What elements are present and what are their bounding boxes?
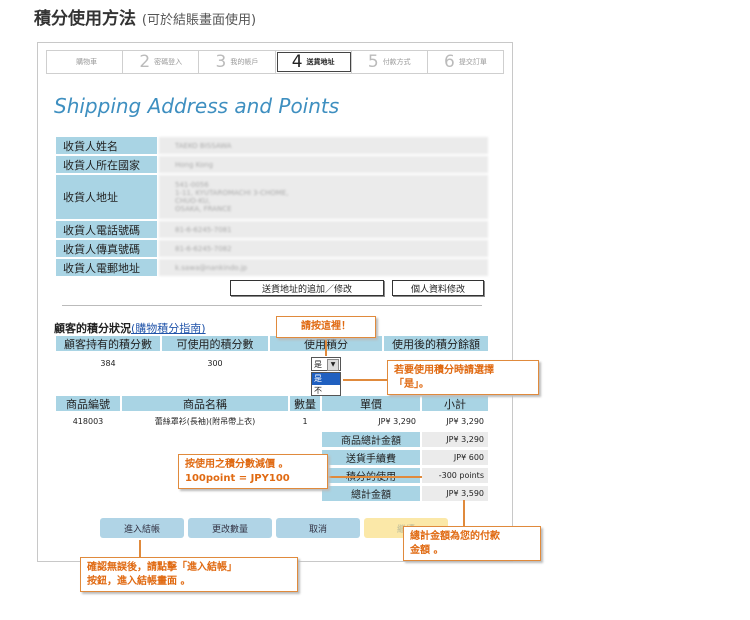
address-value: Hong Kong	[159, 156, 488, 173]
items-header-code: 商品編號	[56, 396, 120, 411]
items-header-qty: 數量	[290, 396, 320, 411]
address-label: 收貨人電話號碼	[56, 221, 157, 238]
use-points-select[interactable]: 是 ▼	[311, 357, 341, 371]
page-title: 積分使用方法 (可於結賬畫面使用)	[34, 4, 256, 29]
address-label: 收貨人傳真號碼	[56, 240, 157, 257]
address-row-fax: 收貨人傳真號碼 81-6-6245-7082	[56, 240, 488, 257]
points-held-value: 384	[100, 358, 116, 368]
cancel-button[interactable]: 取消	[276, 518, 360, 538]
summary-label-total: 總計金額	[322, 486, 420, 501]
item-price: JP¥ 3,290	[378, 416, 416, 426]
step-cart: 購物車	[47, 51, 124, 73]
summary-value-shipping: JP¥ 600	[422, 450, 488, 465]
checkout-steps: 購物車 2 密碼登入 3 我的帳戶 4 送貨地址 5 付款方式 6 提交訂單	[46, 50, 504, 74]
summary-value-total: JP¥ 3,590	[422, 486, 488, 501]
item-name: 蕾絲罩衫(長袖)(附吊帶上衣)	[154, 416, 256, 426]
summary-label-shipping: 送貨手續費	[322, 450, 420, 465]
address-value: 81-6-6245-7081	[159, 221, 488, 238]
address-row-phone: 收貨人電話號碼 81-6-6245-7081	[56, 221, 488, 238]
callout-line-confirm	[139, 540, 141, 558]
edit-profile-button[interactable]: 個人資料修改	[392, 280, 484, 296]
item-qty: 1	[302, 416, 308, 426]
items-header-subtotal: 小計	[422, 396, 488, 411]
use-points-dropdown: 是 不	[311, 372, 341, 396]
page-title-text: 積分使用方法	[34, 9, 136, 29]
option-yes[interactable]: 是	[312, 373, 340, 385]
summary-value-points: -300 points	[422, 468, 488, 483]
callout-line-yes	[343, 379, 387, 381]
callout-discount: 按使用之積分數減價 。 100point = JPY100	[178, 454, 328, 489]
callout-line-click	[325, 336, 327, 356]
divider	[62, 305, 482, 306]
address-label: 收貨人姓名	[56, 137, 157, 154]
points-header-balance: 使用後的積分餘額	[384, 336, 488, 351]
update-quantity-button[interactable]: 更改數量	[188, 518, 272, 538]
callout-total: 總計金額為您的付款 金額 。	[403, 526, 541, 561]
items-header-price: 單價	[322, 396, 420, 411]
items-header-name: 商品名稱	[122, 396, 288, 411]
address-value: k.sawa@nankindo.jp	[159, 259, 488, 276]
shipping-heading: Shipping Address and Points	[54, 94, 340, 118]
points-heading: 顧客的積分狀況(購物積分指南)	[54, 322, 206, 335]
points-header-held: 顧客持有的積分數	[56, 336, 160, 351]
step-submit: 6 提交訂單	[444, 52, 487, 72]
callout-confirm: 確認無誤後，請點擊「進入結帳」 按鈕，進入結帳畫面 。	[80, 557, 298, 592]
address-value: TAEKO BISSAWA	[159, 137, 488, 154]
step-account: 3 我的帳戶	[199, 51, 276, 73]
points-available-value: 300	[207, 358, 223, 368]
address-label: 收貨人地址	[56, 175, 157, 219]
checkout-button[interactable]: 進入結帳	[100, 518, 184, 538]
callout-line-total	[463, 500, 465, 526]
add-address-button[interactable]: 送貨地址的追加／修改	[230, 280, 384, 296]
address-row-address: 收貨人地址 541-0056 1-11, KYUTAROMACHI 3-CHOM…	[56, 175, 488, 219]
points-header-available: 可使用的積分數	[162, 336, 268, 351]
step-shipping-address: 4 送貨地址	[275, 51, 352, 73]
address-label: 收貨人電郵地址	[56, 259, 157, 276]
page-subtitle: (可於結賬畫面使用)	[141, 13, 257, 28]
summary-label-goods: 商品總計金額	[322, 432, 420, 447]
step-login: 2 密碼登入	[123, 51, 200, 73]
address-label: 收貨人所在國家	[56, 156, 157, 173]
callout-line-discount	[328, 476, 422, 478]
callout-click-here: 請按這裡！	[276, 316, 376, 338]
chevron-down-icon: ▼	[327, 359, 339, 371]
points-guide-link[interactable]: (購物積分指南)	[131, 322, 206, 335]
item-code: 418003	[72, 416, 104, 426]
address-value: 541-0056 1-11, KYUTAROMACHI 3-CHOME, CHU…	[159, 175, 488, 219]
address-row-name: 收貨人姓名 TAEKO BISSAWA	[56, 137, 488, 154]
address-value: 81-6-6245-7082	[159, 240, 488, 257]
address-row-country: 收貨人所在國家 Hong Kong	[56, 156, 488, 173]
summary-value-goods: JP¥ 3,290	[422, 432, 488, 447]
step-payment: 5 付款方式	[352, 51, 428, 73]
address-row-email: 收貨人電郵地址 k.sawa@nankindo.jp	[56, 259, 488, 276]
callout-select-yes: 若要使用積分時請選擇 「是」。	[387, 360, 539, 395]
item-subtotal: JP¥ 3,290	[446, 416, 484, 426]
